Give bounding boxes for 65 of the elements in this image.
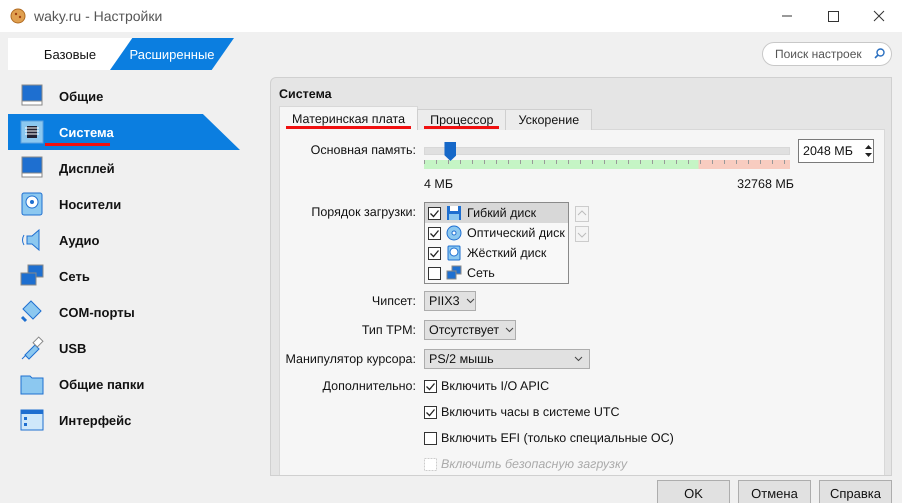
tab[interactable]: Ускорение [505, 109, 592, 130]
sidebar-item[interactable]: Аудио [8, 222, 240, 258]
checkbox[interactable] [424, 380, 437, 392]
checkbox-option: Включить безопасную загрузку [424, 451, 884, 475]
boot-order-list[interactable]: Гибкий диск Оптический диск Жёсткий диск Сеть [424, 202, 569, 284]
disc-icon [446, 225, 462, 241]
close-icon [871, 10, 887, 22]
window-title: waky.ru - Настройки [34, 8, 162, 24]
usb-icon [19, 335, 45, 361]
window-icon [19, 407, 45, 433]
sidebar-item[interactable]: USB [8, 330, 240, 366]
field-label: Основная память: [310, 143, 416, 157]
boot-item[interactable]: Жёсткий диск [425, 243, 568, 263]
checkbox[interactable] [428, 266, 441, 280]
sidebar-item[interactable]: Сеть [8, 258, 240, 294]
checkbox[interactable] [428, 246, 441, 260]
mode-tab[interactable]: Базовые [8, 38, 132, 70]
checkbox[interactable] [428, 226, 441, 240]
sidebar-item[interactable]: Общие [8, 78, 240, 114]
chevron-down-icon [466, 298, 475, 304]
memory-spinbox[interactable]: 2048 МБ [798, 139, 874, 163]
dialog-button[interactable]: Отмена [738, 480, 811, 503]
checkbox[interactable] [428, 206, 441, 220]
field-label: Тип TPM: [362, 322, 416, 336]
sidebar-item[interactable]: Система [8, 114, 240, 150]
field-label: Манипулятор курсора: [285, 352, 416, 366]
dialog-button[interactable]: OK [657, 480, 730, 503]
tab[interactable]: Процессор [417, 109, 506, 130]
mode-tab[interactable]: Расширенные [110, 38, 234, 70]
search-icon [874, 48, 885, 59]
field-label: Порядок загрузки: [311, 205, 416, 219]
section-title: Система [279, 87, 333, 101]
dropdown[interactable]: PIIX3 [424, 290, 476, 310]
max-label: 32768 МБ [737, 177, 794, 191]
network-icon [446, 265, 462, 281]
spin-arrows-icon [864, 143, 873, 159]
checkbox[interactable] [424, 406, 437, 418]
search-field[interactable]: Поиск настроек [762, 42, 892, 66]
checkbox-option[interactable]: Включить I/O APIC [424, 373, 884, 399]
tab[interactable]: Материнская плата [279, 106, 418, 130]
checkbox-option[interactable]: Включить часы в системе UTC [424, 399, 884, 425]
app-icon [10, 8, 26, 24]
field-label: Дополнительно: [322, 379, 416, 393]
sidebar-item[interactable]: COM-порты [8, 294, 240, 330]
sidebar-item[interactable]: Носители [8, 186, 240, 222]
checkbox-option[interactable]: Включить EFI (только специальные ОС) [424, 425, 884, 451]
slider-thumb[interactable] [444, 142, 456, 161]
floppy-icon [446, 205, 462, 221]
field-label: Чипсет: [372, 294, 416, 308]
hard-drive-icon [446, 245, 462, 261]
boot-item[interactable]: Оптический диск [425, 223, 568, 243]
boot-item[interactable]: Сеть [425, 263, 568, 283]
sidebar-item[interactable]: Интерфейс [8, 402, 240, 438]
sidebar-item[interactable]: Дисплей [8, 150, 240, 186]
maximize-icon [825, 10, 841, 22]
boot-item[interactable]: Гибкий диск [425, 203, 568, 223]
min-label: 4 МБ [424, 177, 454, 191]
chevron-down-icon [505, 326, 514, 332]
chip-icon [19, 119, 45, 145]
dropdown[interactable]: Отсутствует [424, 320, 516, 340]
dropdown[interactable]: PS/2 мышь [424, 348, 590, 368]
sidebar-item[interactable]: Общие папки [8, 366, 240, 402]
checkbox[interactable] [424, 432, 437, 444]
chevron-down-icon [574, 356, 583, 362]
dialog-button[interactable]: Справка [819, 480, 892, 503]
